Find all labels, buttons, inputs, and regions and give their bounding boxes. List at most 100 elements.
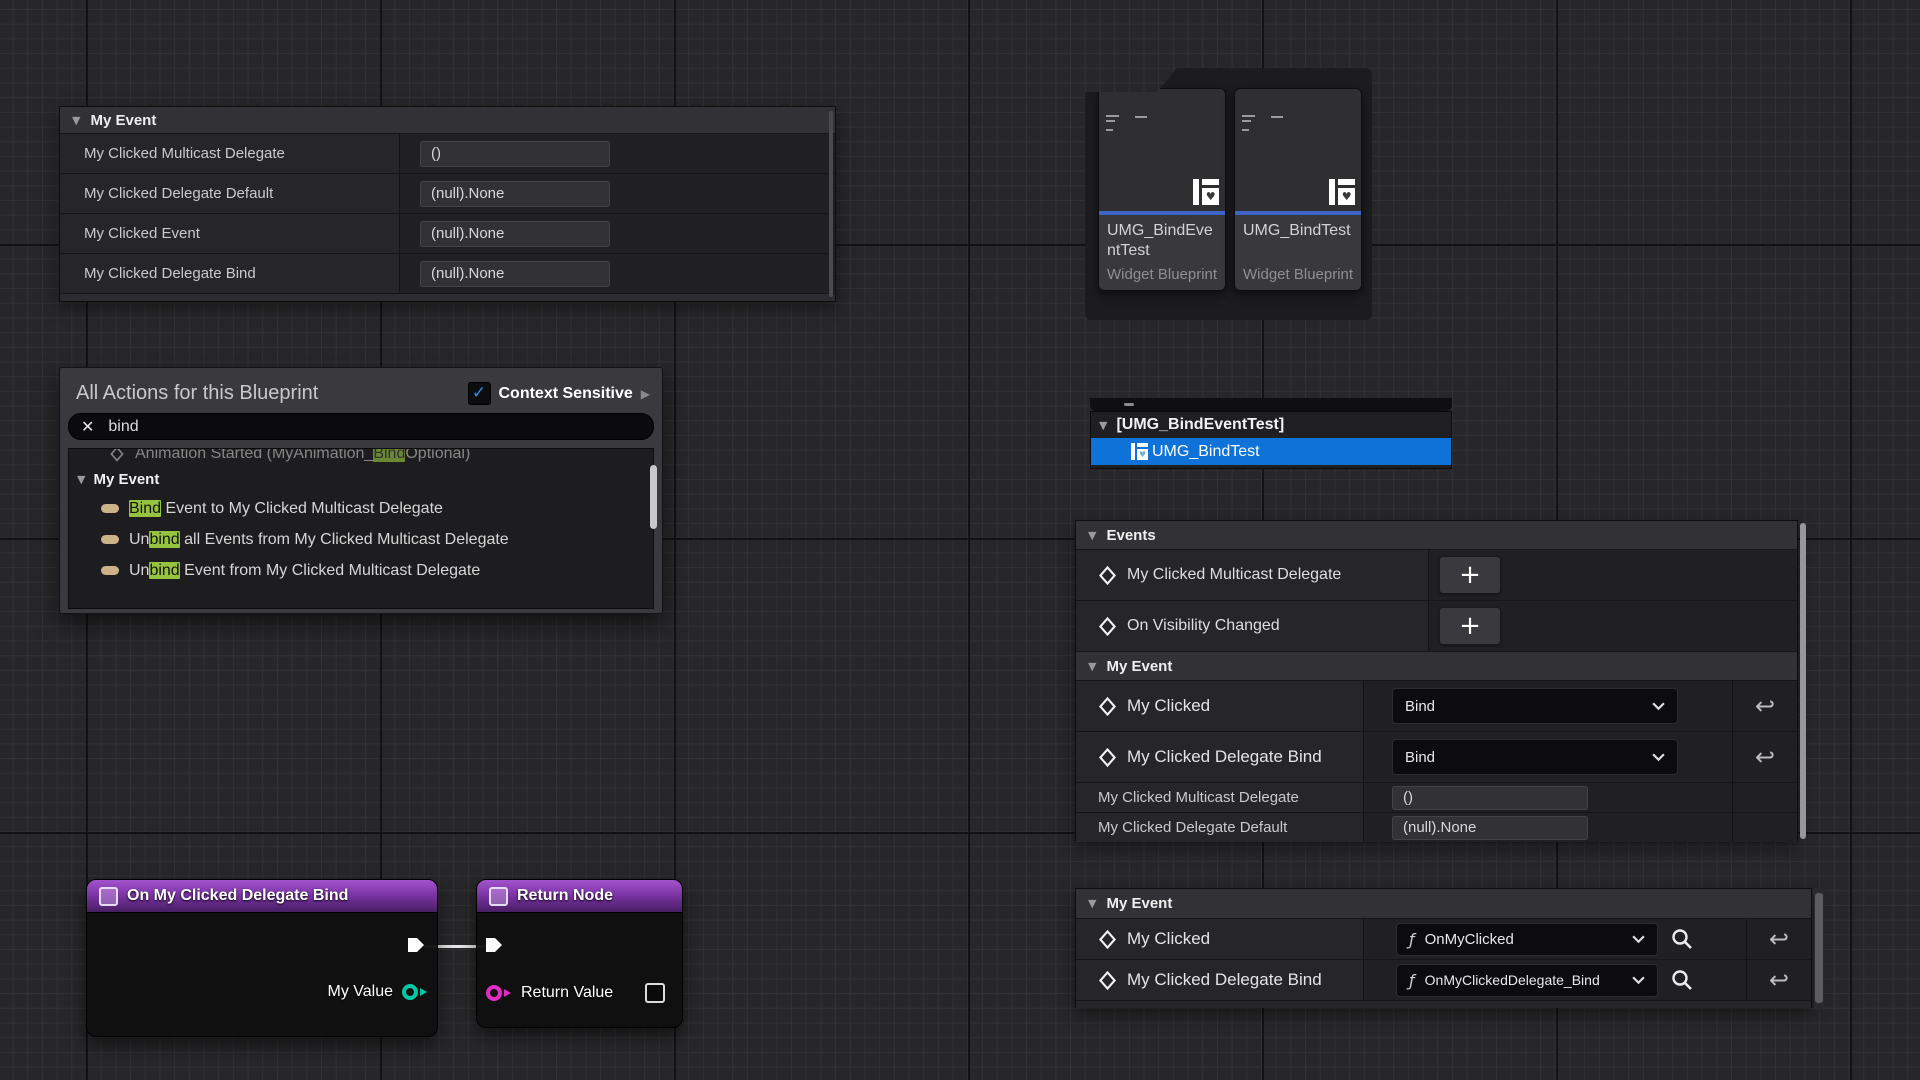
property-value-field[interactable]: (null).None (420, 181, 610, 207)
expander-arrow-icon[interactable]: ▶ (641, 387, 650, 401)
hierarchy-panel: ▼ [UMG_BindEventTest] ♥ UMG_BindTest (1090, 411, 1452, 469)
scrollbar-thumb[interactable] (829, 111, 833, 297)
property-label: My Clicked Delegate Bind (1127, 747, 1322, 767)
property-label: My Clicked Delegate Bind (1127, 970, 1322, 990)
node-title: Return Node (517, 887, 613, 905)
event-diamond-icon (1098, 697, 1117, 716)
asset-thumbnail: ♥ (1235, 89, 1361, 211)
property-label: My Clicked (1127, 929, 1210, 949)
scroll-grip (1124, 403, 1134, 406)
property-value-field[interactable]: (null).None (420, 221, 610, 247)
delegate-input-pin[interactable] (485, 984, 513, 1002)
scrollbar-track[interactable] (1814, 888, 1824, 1010)
collapse-triangle-icon[interactable]: ▼ (1088, 661, 1096, 672)
event-diamond-icon (1098, 566, 1117, 585)
collapse-triangle-icon[interactable]: ▼ (72, 115, 80, 126)
output-pin-row: My Value (327, 983, 429, 1001)
bind-dropdown[interactable]: Bind (1392, 739, 1678, 775)
scrollbar-thumb[interactable] (650, 465, 657, 529)
action-item[interactable]: Unbind all Events from My Clicked Multic… (69, 524, 653, 555)
bind-combo-row: My Clicked Bind ↩ (1076, 681, 1797, 732)
event-diamond-icon (1098, 617, 1117, 636)
browse-to-function-icon[interactable] (1670, 968, 1694, 992)
details-panel-bottom-right: ▼ My Event My Clicked ƒ OnMyClicked ↩ My (1075, 888, 1812, 1008)
property-label: My Clicked Delegate Bind (60, 265, 399, 282)
category-title: My Event (1106, 895, 1172, 912)
property-row: My Clicked Multicast Delegate () (60, 134, 835, 174)
widget-blueprint-icon: ♥ (1193, 179, 1219, 205)
category-header-my-event[interactable]: ▼ My Event (1076, 652, 1797, 681)
details-panel-top-left: ▼ My Event My Clicked Multicast Delegate… (59, 106, 836, 302)
browse-to-function-icon[interactable] (1670, 927, 1694, 951)
actions-list: Animation Started (MyAnimation_BindOptio… (68, 448, 654, 609)
add-event-button[interactable]: + (1439, 556, 1501, 594)
property-value-field[interactable]: (null).None (420, 261, 610, 287)
node-return-node[interactable]: Return Node Return Value (476, 879, 683, 1028)
content-browser-panel: ♥ UMG_BindEventTest Widget Blueprint ♥ (1085, 68, 1372, 320)
search-input[interactable]: ✕ bind (68, 413, 654, 440)
asset-card-umg-bindeventtest[interactable]: ♥ UMG_BindEventTest Widget Blueprint (1098, 88, 1226, 291)
reset-to-default-icon[interactable]: ↩ (1769, 927, 1789, 951)
event-label: On Visibility Changed (1127, 617, 1280, 635)
collapse-triangle-icon[interactable]: ▼ (1088, 898, 1096, 909)
chevron-down-icon (1652, 753, 1665, 762)
property-label: My Clicked Multicast Delegate (1076, 789, 1363, 806)
function-dropdown[interactable]: ƒ OnMyClickedDelegate_Bind (1396, 964, 1658, 997)
panel-edge-strip (1090, 398, 1452, 411)
hierarchy-root-label: [UMG_BindEventTest] (1116, 416, 1284, 434)
hierarchy-selected-label: UMG_BindTest (1152, 443, 1260, 461)
add-event-button[interactable]: + (1439, 607, 1501, 645)
bind-dropdown[interactable]: Bind (1392, 688, 1678, 724)
category-title: My Event (1106, 658, 1172, 675)
chevron-down-icon (1632, 976, 1645, 985)
scrollbar-thumb[interactable] (1800, 523, 1806, 839)
panel-remnant-row (60, 294, 835, 301)
chevron-down-icon (1652, 702, 1665, 711)
category-header-my-event[interactable]: ▼ My Event (1076, 889, 1811, 919)
category-header-events[interactable]: ▼ Events (1076, 521, 1797, 550)
node-on-my-clicked-delegate-bind[interactable]: On My Clicked Delegate Bind My Value (86, 879, 438, 1037)
event-row: On Visibility Changed + (1076, 601, 1797, 652)
property-value-field[interactable]: () (1392, 786, 1588, 810)
hierarchy-selected-row[interactable]: ♥ UMG_BindTest (1091, 438, 1451, 465)
action-item-clipped[interactable]: Animation Started (MyAnimation_BindOptio… (69, 448, 653, 466)
exec-output-pin[interactable] (405, 934, 427, 956)
bool-checkbox[interactable] (645, 983, 665, 1003)
event-node-icon (489, 887, 508, 906)
asset-name: UMG_BindEventTest (1107, 221, 1217, 261)
action-item[interactable]: Bind Event to My Clicked Multicast Deleg… (69, 493, 653, 524)
property-label: My Clicked Delegate Default (1076, 819, 1363, 836)
category-header-my-event[interactable]: ▼ My Event (60, 107, 835, 134)
property-row: My Clicked Event (null).None (60, 214, 835, 254)
details-panel-right: ▼ Events My Clicked Multicast Delegate +… (1075, 520, 1798, 841)
clear-search-icon[interactable]: ✕ (81, 419, 94, 435)
hierarchy-root-row[interactable]: ▼ [UMG_BindEventTest] (1091, 412, 1451, 438)
category-title: Events (1106, 527, 1155, 544)
property-value-field[interactable]: (null).None (1392, 816, 1588, 840)
collapse-triangle-icon: ▼ (77, 474, 85, 485)
widget-blueprint-icon: ♥ (1329, 179, 1355, 205)
property-label: My Clicked Event (60, 225, 399, 242)
context-sensitive-checkbox[interactable]: ✓ (468, 382, 491, 405)
delegate-pill-icon (101, 535, 119, 544)
actions-section-header[interactable]: ▼ My Event (69, 466, 653, 493)
panel-remnant-row (1076, 1001, 1811, 1008)
property-row: My Clicked Multicast Delegate () (1076, 783, 1797, 813)
function-dropdown[interactable]: ƒ OnMyClicked (1396, 923, 1658, 956)
check-icon: ✓ (472, 385, 486, 402)
property-value-field[interactable]: () (420, 141, 610, 167)
asset-card-umg-bindtest[interactable]: ♥ UMG_BindTest Widget Blueprint (1234, 88, 1362, 291)
bind-combo-row: My Clicked Delegate Bind Bind ↩ (1076, 732, 1797, 783)
pin-label: Return Value (521, 984, 613, 1002)
reset-to-default-icon[interactable]: ↩ (1769, 968, 1789, 992)
exec-input-pin[interactable] (483, 934, 505, 956)
scrollbar-thumb[interactable] (1815, 893, 1823, 1003)
collapse-triangle-icon[interactable]: ▼ (1088, 530, 1096, 541)
asset-type: Widget Blueprint (1243, 266, 1353, 283)
delegate-output-pin[interactable] (401, 983, 429, 1001)
reset-to-default-icon[interactable]: ↩ (1755, 745, 1775, 769)
collapse-triangle-icon[interactable]: ▼ (1099, 420, 1107, 431)
property-row: My Clicked Delegate Default (null).None (1076, 813, 1797, 842)
reset-to-default-icon[interactable]: ↩ (1755, 694, 1775, 718)
action-item[interactable]: Unbind Event from My Clicked Multicast D… (69, 555, 653, 586)
